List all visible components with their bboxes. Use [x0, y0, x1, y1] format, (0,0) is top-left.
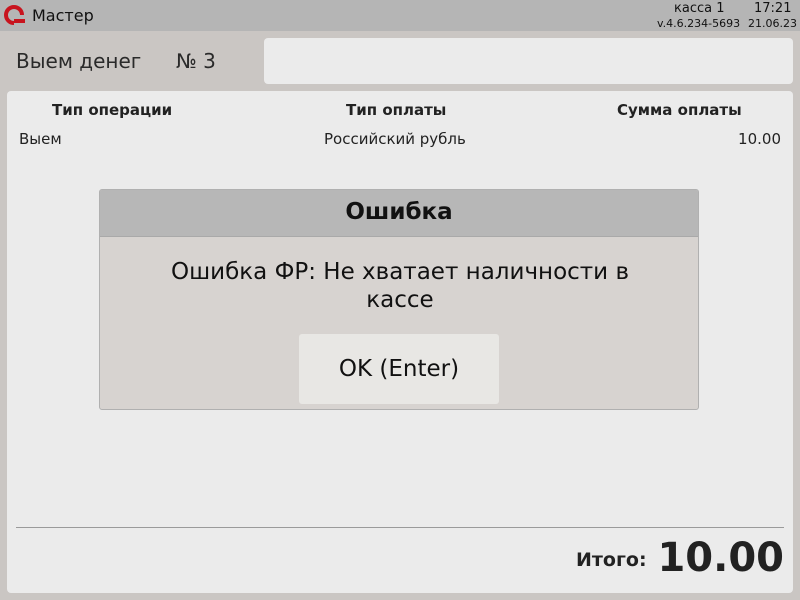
cell-payment-type: Российский рубль [324, 130, 466, 148]
dialog-header: Ошибка [100, 190, 698, 237]
dialog-title: Ошибка [345, 199, 453, 225]
total-divider [16, 527, 784, 528]
document-number: № 3 [176, 49, 216, 73]
document-title: Выем денег [16, 49, 142, 73]
ok-button[interactable]: OK (Enter) [299, 334, 499, 404]
dialog-message: Ошибка ФР: Не хватает наличности в кассе [170, 259, 629, 313]
column-header-payment-type: Тип оплаты [346, 101, 447, 119]
column-header-operation-type: Тип операции [52, 101, 173, 119]
clock-time: 17:21 [754, 1, 792, 16]
version-label: v.4.6.234-5693 [657, 17, 741, 30]
cell-amount: 10.00 [738, 130, 781, 148]
app-title: Мастер [32, 6, 94, 25]
info-field [264, 38, 793, 84]
app-logo-icon [4, 5, 25, 26]
date-label: 21.06.23 [748, 17, 797, 30]
total-label: Итого: [576, 549, 647, 571]
register-label: касса 1 [674, 1, 725, 16]
column-header-amount: Сумма оплаты [617, 101, 742, 119]
top-bar: Мастер касса 1 17:21 v.4.6.234-5693 21.0… [0, 0, 800, 31]
error-dialog: Ошибка Ошибка ФР: Не хватает наличности … [99, 189, 699, 410]
cell-operation-type: Выем [19, 130, 62, 148]
total-value: 10.00 [657, 535, 784, 581]
